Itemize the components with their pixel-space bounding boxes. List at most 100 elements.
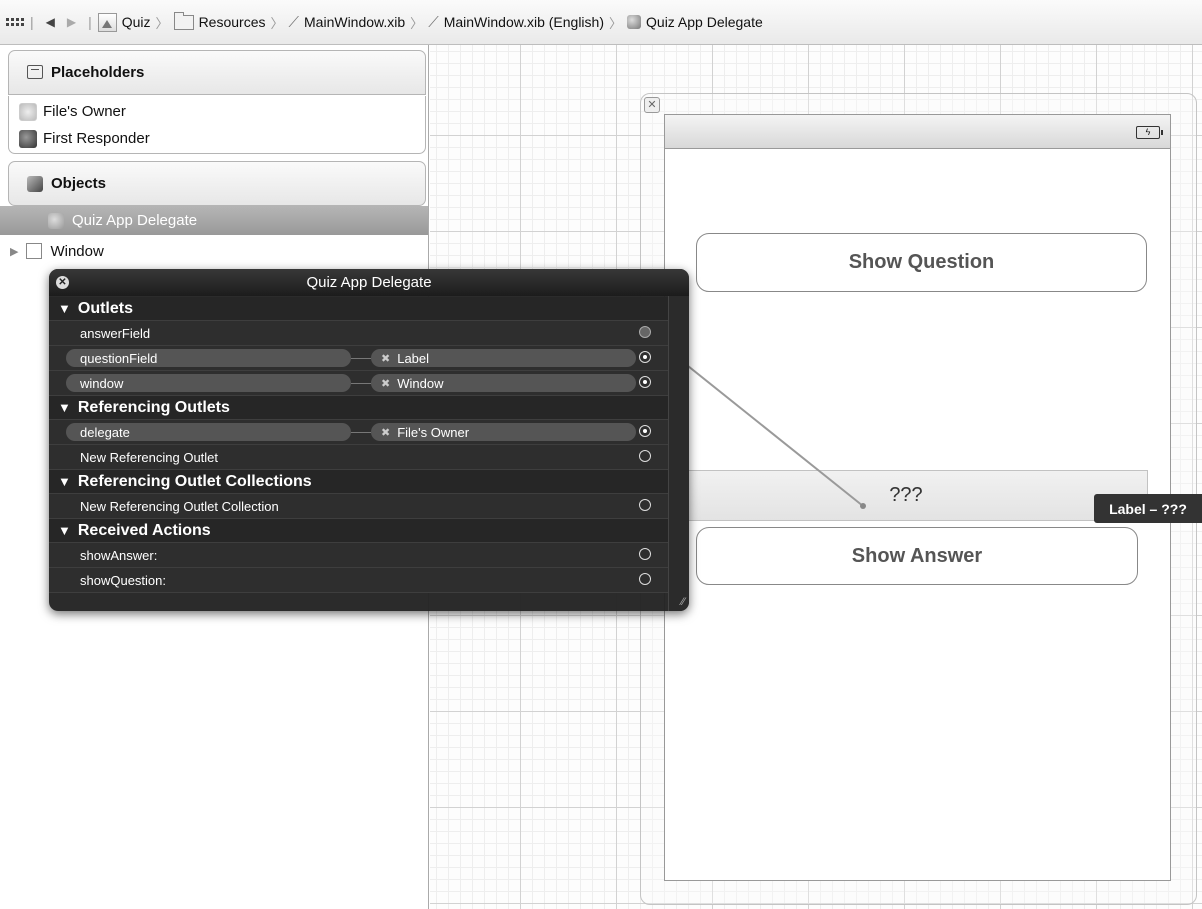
question-label[interactable]: ??? (664, 470, 1148, 521)
target-label: File's Owner (397, 424, 470, 440)
object-cube-icon (627, 15, 642, 29)
connection-circle-icon[interactable] (639, 425, 651, 437)
related-items-icon[interactable] (6, 18, 24, 26)
section-title: Objects (51, 175, 107, 192)
ref-outlet-row-delegate[interactable]: delegate ✖ File's Owner (49, 420, 669, 445)
breadcrumb-mainwindow-english[interactable]: ⟋ MainWindow.xib (English) (428, 14, 604, 31)
outlet-target[interactable]: ✖ File's Owner (371, 423, 636, 441)
disclosure-triangle-icon[interactable]: ▼ (58, 474, 71, 489)
connection-circle-icon[interactable] (639, 450, 651, 462)
object-cube-icon (48, 212, 64, 229)
outlet-row-questionfield[interactable]: questionField ✖ Label (49, 346, 669, 371)
connection-circle-icon[interactable] (639, 326, 651, 338)
connection-circle-icon[interactable] (639, 351, 651, 363)
list-item-label: File's Owner (43, 103, 126, 120)
action-row-showquestion[interactable]: showQuestion: (49, 568, 669, 593)
outlet-pill: questionField (66, 349, 351, 367)
outlet-target[interactable]: ✖ Window (371, 374, 636, 392)
objects-cube-icon (27, 176, 43, 192)
connections-inspector-panel: Quiz App Delegate ✕ ▼ Outlets answerField… (49, 269, 689, 611)
folder-icon (173, 11, 194, 30)
list-item-label: Quiz App Delegate (72, 212, 198, 229)
breadcrumb-label: Quiz App Delegate (646, 14, 763, 30)
section-received-actions[interactable]: ▼ Received Actions (49, 519, 669, 543)
outlet-target[interactable]: ✖ Label (371, 349, 636, 367)
outlet-row-answerfield[interactable]: answerField (49, 321, 669, 346)
chevron-right-icon: 〉 (410, 15, 424, 31)
breadcrumb-resources[interactable]: Resources (173, 11, 266, 30)
list-item-quiz-app-delegate[interactable]: Quiz App Delegate (0, 206, 428, 235)
question-label-text: ??? (889, 484, 923, 506)
disconnect-x-icon[interactable]: ✖ (381, 352, 390, 365)
breadcrumb-label: MainWindow.xib (English) (443, 14, 604, 30)
files-owner-icon (19, 102, 37, 121)
list-item-label: Window (50, 242, 104, 260)
ref-outlet-row-new[interactable]: New Referencing Outlet (49, 445, 669, 470)
disconnect-x-icon[interactable]: ✖ (381, 377, 390, 390)
connector-line (351, 358, 371, 359)
project-icon (97, 12, 117, 32)
breadcrumb-label: MainWindow.xib (304, 14, 406, 30)
back-arrow-icon[interactable]: ◀ (40, 15, 61, 29)
outlet-row-window[interactable]: window ✖ Window (49, 371, 669, 396)
list-item-first-responder[interactable]: First Responder (9, 125, 150, 152)
outlet-name: New Referencing Outlet (80, 449, 219, 465)
chevron-right-icon: 〉 (155, 15, 169, 31)
close-icon[interactable]: ✕ (56, 276, 69, 289)
panel-title: Quiz App Delegate (49, 269, 689, 296)
section-title: Received Actions (77, 521, 211, 539)
connections-list: ▼ Outlets answerField questionField ✖ Labe… (49, 297, 669, 593)
connection-circle-icon[interactable] (639, 573, 651, 585)
show-answer-button[interactable]: Show Answer (696, 527, 1138, 585)
first-responder-icon (19, 129, 37, 148)
action-name: showQuestion: (80, 572, 166, 588)
section-referencing-outlets[interactable]: ▼ Referencing Outlets (49, 396, 669, 420)
outlet-name: delegate (80, 424, 130, 440)
placeholder-box-icon (27, 65, 43, 79)
forward-arrow-icon[interactable]: ▶ (61, 15, 82, 29)
outlet-pill: delegate (66, 423, 351, 441)
disclosure-triangle-icon[interactable]: ▶ (10, 245, 18, 258)
battery-icon: ϟ (1136, 126, 1163, 139)
divider: | (88, 14, 92, 30)
ref-collection-row-new[interactable]: New Referencing Outlet Collection (49, 494, 669, 519)
outlet-pill: window (66, 374, 351, 392)
section-title: Referencing Outlets (77, 398, 230, 416)
list-item-window[interactable]: ▶ Window (0, 238, 428, 264)
xib-file-icon: ⟋ (428, 13, 439, 31)
show-question-button[interactable]: Show Question (696, 233, 1147, 292)
connector-line (351, 383, 371, 384)
disclosure-triangle-icon[interactable]: ▼ (58, 400, 71, 415)
close-icon[interactable]: ✕ (644, 97, 660, 113)
breadcrumb-label: Quiz (121, 14, 151, 30)
connection-circle-icon[interactable] (639, 499, 651, 511)
breadcrumb-mainwindow-xib[interactable]: ⟋ MainWindow.xib (289, 14, 406, 31)
placeholders-header[interactable]: Placeholders (8, 50, 426, 95)
disclosure-triangle-icon[interactable]: ▼ (58, 523, 71, 538)
chevron-right-icon: 〉 (609, 15, 623, 31)
section-referencing-collections[interactable]: ▼ Referencing Outlet Collections (49, 470, 669, 494)
list-item-label: First Responder (43, 130, 150, 147)
scrollbar[interactable] (668, 296, 689, 611)
objects-header[interactable]: Objects (8, 161, 426, 206)
section-outlets[interactable]: ▼ Outlets (49, 297, 669, 321)
disclosure-triangle-icon[interactable]: ▼ (58, 301, 71, 316)
status-bar: ϟ (665, 115, 1170, 149)
resize-grip-icon[interactable]: ⁄⁄ (681, 596, 685, 608)
connection-circle-icon[interactable] (639, 376, 651, 388)
outlet-name: New Referencing Outlet Collection (80, 498, 279, 514)
action-row-showanswer[interactable]: showAnswer: (49, 543, 669, 568)
breadcrumb-quiz-app-delegate[interactable]: Quiz App Delegate (627, 14, 763, 30)
connection-circle-icon[interactable] (639, 548, 651, 560)
breadcrumb-label: Resources (198, 14, 266, 30)
xib-file-icon: ⟋ (288, 13, 300, 31)
list-item-files-owner[interactable]: File's Owner (9, 98, 126, 125)
disconnect-x-icon[interactable]: ✖ (381, 426, 390, 439)
target-label: Label (397, 350, 430, 366)
section-title: Placeholders (51, 64, 145, 81)
breadcrumb-quiz[interactable]: Quiz (97, 12, 151, 32)
label-tooltip: Label – ??? (1094, 494, 1202, 523)
action-name: showAnswer: (80, 547, 158, 563)
section-title: Outlets (77, 299, 133, 317)
outlet-name: questionField (80, 350, 158, 366)
